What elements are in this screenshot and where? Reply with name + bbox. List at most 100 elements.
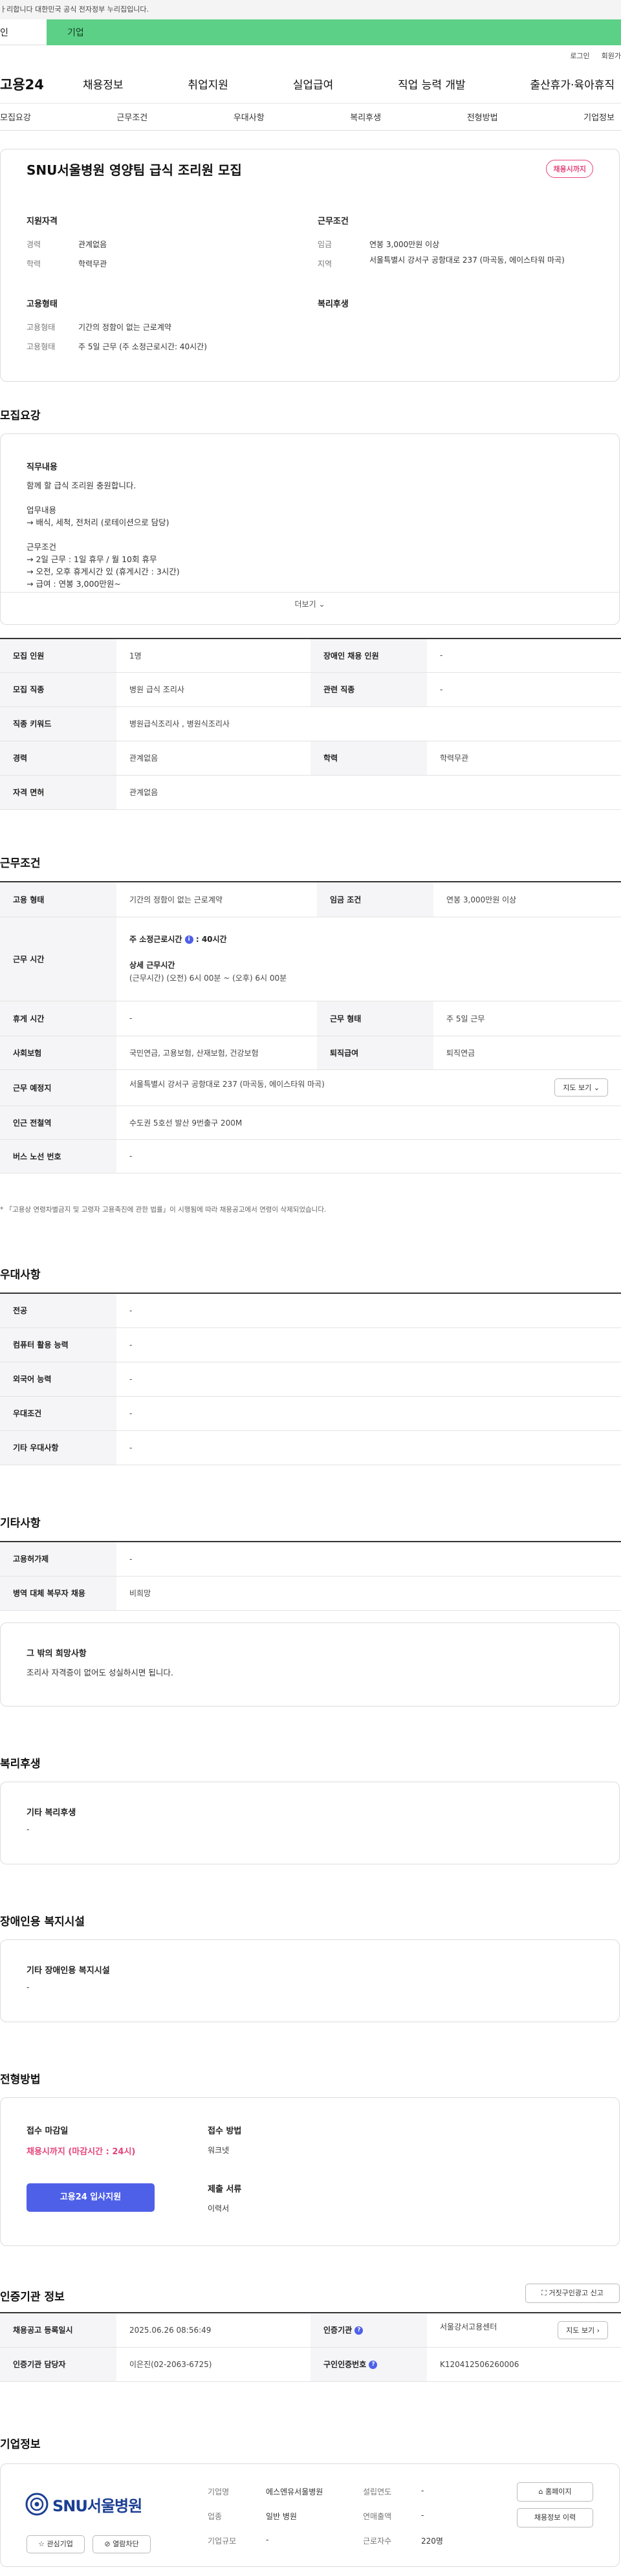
map-button[interactable]: 지도 보기 ⌄ [554,1078,608,1097]
company-size-value: - [266,2535,269,2544]
wage-value: 연봉 3,000만원 이상 [369,240,440,249]
employment-type-value: 기간의 정함이 없는 근로계약 [116,882,317,917]
tab-person[interactable]: 인 [0,19,47,45]
table-row: 인근 전철역 수도권 5호선 발산 9번출구 200M [0,1106,621,1140]
documents-value: 이력서 [208,2204,230,2213]
duty-line: → 2일 근무 : 1일 휴무 / 월 10회 휴무 [27,554,157,564]
education-value: 학력무관 [427,741,621,776]
method-title: 접수 방법 [208,2126,242,2136]
info-icon[interactable]: ? [369,2361,378,2369]
other-request-title: 그 밖의 희망사항 [27,1649,87,1659]
auth-map-label: 지도 보기 [566,2326,595,2335]
table-row: 직종 키워드 병원급식조리사 , 병원식조리사 [0,706,621,741]
duty-line: 근무조건 [27,542,57,552]
company-name-key: 기업명 [208,2487,230,2496]
region-key: 지역 [318,259,332,268]
company-name-value: 에스엔유서울병원 [266,2487,323,2496]
employment-type-header: 고용 형태 [0,882,116,917]
favorite-company-button[interactable]: ☆ 관심기업 [27,2535,85,2553]
count-header: 모집 인원 [0,639,116,673]
license-value: 관계없음 [116,775,621,810]
weekly-hours-value: : 40시간 [195,935,227,944]
table-row: 자격 면허 관계없음 [0,775,621,810]
work-form-value: 주 5일 근무 [433,1001,621,1036]
major-header: 전공 [0,1293,116,1328]
more-button[interactable]: 더보기 ⌄ [1,598,619,609]
tab-company[interactable]: 기업 [47,19,621,45]
info-icon[interactable]: ? [354,2326,364,2335]
chevron-right-icon: › [596,2326,600,2335]
severance-header: 퇴직급여 [317,1036,433,1070]
report-label: 거짓구인광고 신고 [549,2289,604,2297]
gnb-item-jobs[interactable]: 채용정보 [83,76,124,92]
duty-card: 직무내용 함께 할 급식 조리원 충원합니다. 업무내용 → 배식, 세척, 전… [0,433,620,625]
homepage-button[interactable]: ⌂ 홈페이지 [517,2482,593,2502]
site-logo[interactable]: 고용24 [0,74,83,94]
apply-button[interactable]: 고용24 입사지원 [27,2183,155,2212]
sales-key: 연매출액 [363,2512,392,2521]
gnb-item-unemployment-benefit[interactable]: 실업급여 [293,76,334,92]
gnb-item-skills[interactable]: 직업 능력 개발 [398,76,466,92]
company-logo-text: SNU서울병원 [52,2496,142,2515]
chevron-down-icon: ⌄ [318,600,325,609]
preference-section-title: 우대사항 [0,1269,41,1282]
tab-welfare[interactable]: 복리후생 [350,111,381,123]
tab-company[interactable]: 기업정보 [583,111,615,123]
age-law-note: * 「고용상 연령차별금지 및 고령자 고용촉진에 관한 법률」이 시행됨에 따… [0,1206,327,1214]
welfare-title: 복리후생 [318,300,349,309]
tab-process[interactable]: 전형방법 [467,111,498,123]
table-row: 휴게 시간 - 근무 형태 주 5일 근무 [0,1001,621,1036]
workplace-value: 서울특별시 강서구 공항대로 237 (마곡동, 에이스타워 마곡) 지도 보기… [116,1069,621,1106]
chevron-down-icon: ⌄ [593,1084,600,1092]
gnb-item-parental-leave[interactable]: 출산휴가·육아휴직 [530,76,615,92]
tab-preference[interactable]: 우대사항 [234,111,265,123]
employment-type-value-1: 기간의 정함이 없는 근로계약 [78,323,171,332]
recruit-table: 모집 인원 1명 장애인 채용 인원 - 모집 직종 병원 급식 조리사 관련 … [0,638,621,810]
employees-key: 근로자수 [363,2537,392,2546]
weekly-hours-label: 주 소정근로시간 [129,935,182,944]
deadline-title: 접수 마감일 [27,2126,69,2136]
signup-link[interactable]: 회원가 [602,50,621,65]
duty-line: → 배식, 세척, 전처리 (로테이션으로 담당) [27,518,169,527]
table-row: 전공 - [0,1293,621,1328]
related-job-header: 관련 직종 [310,672,427,707]
auth-number-label: 구인인증번호 [323,2360,367,2369]
bus-value: - [116,1139,621,1173]
info-icon[interactable]: i [184,935,193,944]
career-value: 관계없음 [78,240,107,249]
language-value: - [116,1362,621,1397]
table-row: 컴퓨터 활용 능력 - [0,1327,621,1362]
auth-table: 채용공고 등록일시 2025.06.26 08:56:49 인증기관 ? 서울강… [0,2312,621,2382]
tab-conditions[interactable]: 근무조건 [116,111,147,123]
report-fake-ad-button[interactable]: ⛶ 거짓구인광고 신고 [525,2284,620,2303]
other-request-text: 조리사 자격증이 없어도 성실하시면 됩니다. [27,1668,173,1677]
job-history-button[interactable]: 채용정보 이력 [517,2508,593,2527]
language-header: 외국어 능력 [0,1362,116,1397]
auth-map-button[interactable]: 지도 보기 › [558,2320,608,2339]
welfare-card: 기타 복리후생 - [0,1782,620,1864]
conditions-section-title: 근무조건 [0,857,41,870]
login-link[interactable]: 로그인 [570,50,589,65]
region-value: 서울특별시 강서구 공항대로 237 (마곡동, 에이스타워 마곡) [369,256,565,265]
block-label: 열람차단 [113,2540,139,2548]
education-value: 학력무관 [78,259,107,268]
other-request-card: 그 밖의 희망사항 조리사 자격증이 없어도 성실하시면 됩니다. [0,1622,620,1707]
facility-card-text: - [27,1983,30,1992]
employment-type-key-2: 고용형태 [27,342,56,351]
employment-permit-header: 고용허가제 [0,1542,116,1577]
auth-number-header: 구인인증번호 ? [310,2347,427,2382]
wage-header: 임금 조건 [317,882,433,917]
station-value: 수도권 5호선 발산 9번출구 200M [116,1106,621,1140]
auth-number-value: K120412506260006 [427,2347,621,2382]
hospital-emblem-icon [25,2493,49,2516]
insurance-value: 국민연금, 고용보험, 산재보험, 건강보험 [116,1036,317,1070]
tab-recruit[interactable]: 모집요강 [0,111,31,123]
block-view-button[interactable]: ⊘ 열람차단 [93,2535,151,2553]
education-header: 학력 [310,741,427,776]
wage-value: 연봉 3,000만원 이상 [433,882,621,917]
global-nav: 고용24 채용정보 취업지원 실업급여 직업 능력 개발 출산휴가·육아휴직 [0,65,621,104]
process-card: 접수 마감일 채용시까지 (마감시간 : 24시) 고용24 입사지원 접수 방… [0,2097,620,2246]
gnb-item-employment-support[interactable]: 취업지원 [188,76,228,92]
table-row: 버스 노선 번호 - [0,1139,621,1173]
